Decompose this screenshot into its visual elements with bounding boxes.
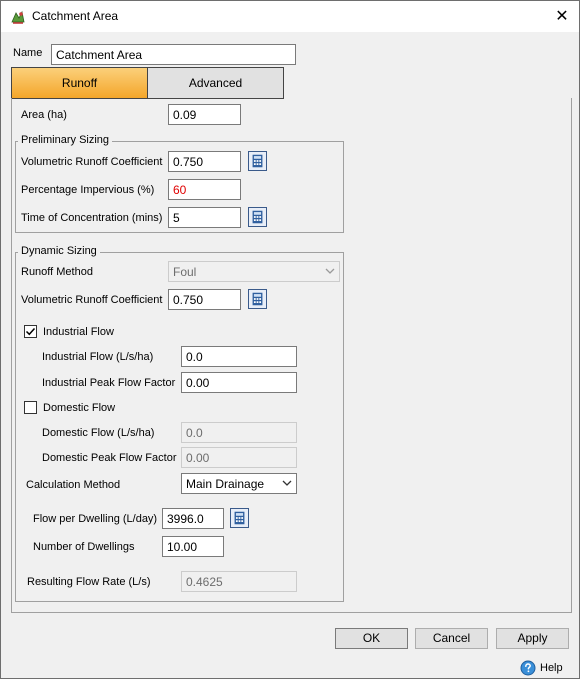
help-icon[interactable] (520, 660, 536, 676)
domestic-flow-checkbox[interactable] (24, 401, 37, 414)
name-input[interactable]: Catchment Area (51, 44, 296, 65)
industrial-flow-rate-label: Industrial Flow (L/s/ha) (42, 351, 154, 363)
runoff-method-select[interactable]: Foul (168, 261, 340, 282)
calculator-icon[interactable] (248, 207, 267, 227)
area-label: Area (ha) (21, 109, 67, 121)
runoff-method-label: Runoff Method (21, 266, 93, 278)
calculator-icon[interactable] (230, 508, 249, 528)
toc-input[interactable]: 5 (168, 207, 241, 228)
industrial-peak-input[interactable]: 0.00 (181, 372, 297, 393)
catchment-app-icon (11, 10, 25, 24)
calculator-icon[interactable] (248, 289, 267, 309)
calc-method-select[interactable]: Main Drainage (181, 473, 297, 494)
close-button[interactable]: ✕ (549, 5, 575, 27)
close-icon: ✕ (555, 6, 569, 25)
calculator-icon[interactable] (248, 151, 267, 171)
dynamic-vrc-input[interactable]: 0.750 (168, 289, 241, 310)
domestic-flow-rate-input[interactable]: 0.0 (181, 422, 297, 443)
calc-method-value: Main Drainage (186, 477, 265, 491)
impervious-label: Percentage Impervious (%) (21, 184, 155, 196)
industrial-peak-label: Industrial Peak Flow Factor (42, 377, 176, 389)
dialog-window: Catchment Area ✕ Name Catchment Area Run… (0, 0, 580, 679)
ok-button[interactable]: OK (335, 628, 408, 649)
preliminary-sizing-title: Preliminary Sizing (18, 134, 113, 146)
impervious-input[interactable]: 60 (168, 179, 241, 200)
calc-method-label: Calculation Method (26, 479, 121, 491)
industrial-flow-rate-input[interactable]: 0.0 (181, 346, 297, 367)
window-title: Catchment Area (32, 9, 119, 23)
prelim-vrc-label: Volumetric Runoff Coefficient (21, 156, 163, 168)
num-dwellings-input[interactable]: 10.00 (162, 536, 224, 557)
checkmark-icon (25, 327, 36, 336)
industrial-flow-checkbox[interactable] (24, 325, 37, 338)
apply-button[interactable]: Apply (496, 628, 569, 649)
domestic-flow-label: Domestic Flow (43, 402, 116, 414)
flow-per-dwelling-label: Flow per Dwelling (L/day) (33, 513, 158, 525)
domestic-flow-rate-label: Domestic Flow (L/s/ha) (42, 427, 155, 439)
area-input[interactable]: 0.09 (168, 104, 241, 125)
tab-advanced[interactable]: Advanced (147, 67, 284, 99)
name-label: Name (13, 47, 43, 59)
dynamic-vrc-label: Volumetric Runoff Coefficient (21, 294, 163, 306)
title-bar: Catchment Area ✕ (1, 1, 579, 32)
runoff-method-value: Foul (173, 265, 197, 279)
prelim-vrc-input[interactable]: 0.750 (168, 151, 241, 172)
dynamic-sizing-title: Dynamic Sizing (18, 245, 100, 257)
domestic-peak-label: Domestic Peak Flow Factor (42, 452, 177, 464)
resulting-flow-label: Resulting Flow Rate (L/s) (27, 576, 151, 588)
resulting-flow-output: 0.4625 (181, 571, 297, 592)
flow-per-dwelling-input[interactable]: 3996.0 (162, 508, 224, 529)
chevron-down-icon (282, 480, 292, 486)
chevron-down-icon (325, 268, 335, 274)
tab-runoff[interactable]: Runoff (11, 67, 148, 99)
num-dwellings-label: Number of Dwellings (33, 541, 135, 553)
industrial-flow-label: Industrial Flow (43, 326, 114, 338)
cancel-button[interactable]: Cancel (415, 628, 488, 649)
help-link[interactable]: Help (540, 662, 563, 674)
toc-label: Time of Concentration (mins) (21, 212, 163, 224)
domestic-peak-input[interactable]: 0.00 (181, 447, 297, 468)
